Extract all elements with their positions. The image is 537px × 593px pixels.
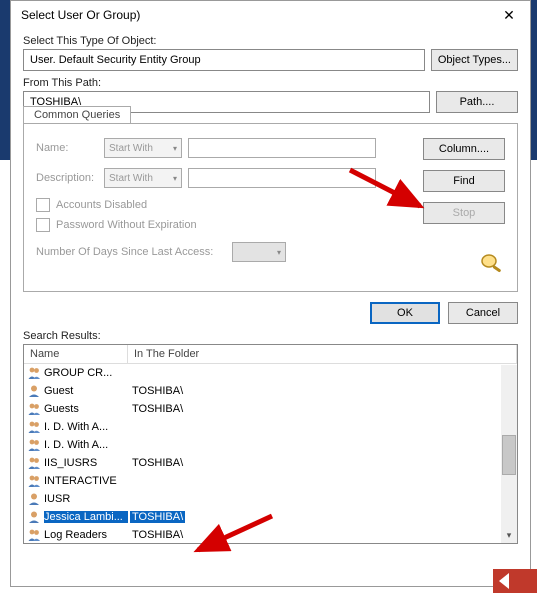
description-input[interactable] [188,168,376,188]
list-item[interactable]: IIS_IUSRSTOSHIBA\ [24,454,517,472]
days-since-access-label: Number Of Days Since Last Access: [36,246,226,258]
object-types-button[interactable]: Object Types... [431,49,518,71]
list-item[interactable]: Jessica Lambi...TOSHIBA\ [24,508,517,526]
chevron-down-icon: ▾ [277,248,281,257]
user-icon [26,384,42,398]
group-icon [26,420,42,434]
user-icon [26,492,42,506]
tab-common-queries[interactable]: Common Queries [23,106,131,123]
result-name: I. D. With A... [44,421,128,433]
result-folder [128,493,134,505]
result-name: IUSR [44,493,128,505]
list-item[interactable]: IUSR [24,490,517,508]
group-icon [26,456,42,470]
accounts-disabled-checkbox[interactable] [36,198,50,212]
result-name: Jessica Lambi... [44,511,128,523]
name-label: Name: [36,142,98,154]
chevron-down-icon: ▾ [173,144,177,153]
group-icon [26,474,42,488]
result-folder: TOSHIBA\ [128,529,185,541]
close-icon[interactable]: ✕ [494,5,524,25]
days-select[interactable]: ▾ [232,242,286,262]
name-filter-select[interactable]: Start With▾ [104,138,182,158]
list-item[interactable]: I. D. With A... [24,436,517,454]
result-name: Log Readers [44,529,128,541]
chevron-down-icon: ▾ [173,174,177,183]
group-icon [26,438,42,452]
corner-badge [493,569,537,593]
group-icon [26,366,42,380]
group-icon [26,528,42,542]
name-input[interactable] [188,138,376,158]
stop-button: Stop [423,202,505,224]
result-folder: TOSHIBA\ [128,511,185,523]
list-item[interactable]: Log ReadersTOSHIBA\ [24,526,517,542]
password-no-expire-checkbox[interactable] [36,218,50,232]
scrollbar[interactable]: ▾ [501,365,517,543]
results-list: Name In The Folder GROUP CR...GuestTOSHI… [23,344,518,544]
user-icon [26,510,42,524]
ok-button[interactable]: OK [370,302,440,324]
result-name: I. D. With A... [44,439,128,451]
result-name: GROUP CR... [44,367,128,379]
password-no-expire-label: Password Without Expiration [56,219,197,231]
description-filter-select[interactable]: Start With▾ [104,168,182,188]
result-name: INTERACTIVE [44,475,128,487]
result-name: Guest [44,385,128,397]
result-name: Guests [44,403,128,415]
accounts-disabled-label: Accounts Disabled [56,199,147,211]
result-name: IIS_IUSRS [44,457,128,469]
result-folder: TOSHIBA\ [128,403,185,415]
col-name[interactable]: Name [24,345,128,363]
search-results-label: Search Results: [23,330,518,342]
result-folder: TOSHIBA\ [128,385,185,397]
object-type-input[interactable] [23,49,425,71]
description-label: Description: [36,172,98,184]
from-path-label: From This Path: [23,77,518,89]
result-folder [128,421,134,433]
result-folder: TOSHIBA\ [128,457,185,469]
list-item[interactable]: INTERACTIVE [24,472,517,490]
scroll-down-icon[interactable]: ▾ [501,527,517,543]
list-item[interactable]: GROUP CR... [24,364,517,382]
path-button[interactable]: Path.... [436,91,518,113]
title-bar: Select User Or Group) ✕ [11,1,530,29]
find-button[interactable]: Find [423,170,505,192]
result-folder [128,439,134,451]
scroll-thumb[interactable] [502,435,516,475]
group-icon [26,402,42,416]
dialog-title: Select User Or Group) [21,8,140,22]
select-user-group-dialog: Select User Or Group) ✕ Select This Type… [10,0,531,587]
object-type-label: Select This Type Of Object: [23,35,518,47]
magnifier-icon [479,252,505,279]
result-folder [128,475,134,487]
result-folder [128,367,134,379]
list-item[interactable]: GuestsTOSHIBA\ [24,400,517,418]
list-item[interactable]: I. D. With A... [24,418,517,436]
column-button[interactable]: Column.... [423,138,505,160]
col-folder[interactable]: In The Folder [128,345,517,363]
list-item[interactable]: GuestTOSHIBA\ [24,382,517,400]
cancel-button[interactable]: Cancel [448,302,518,324]
